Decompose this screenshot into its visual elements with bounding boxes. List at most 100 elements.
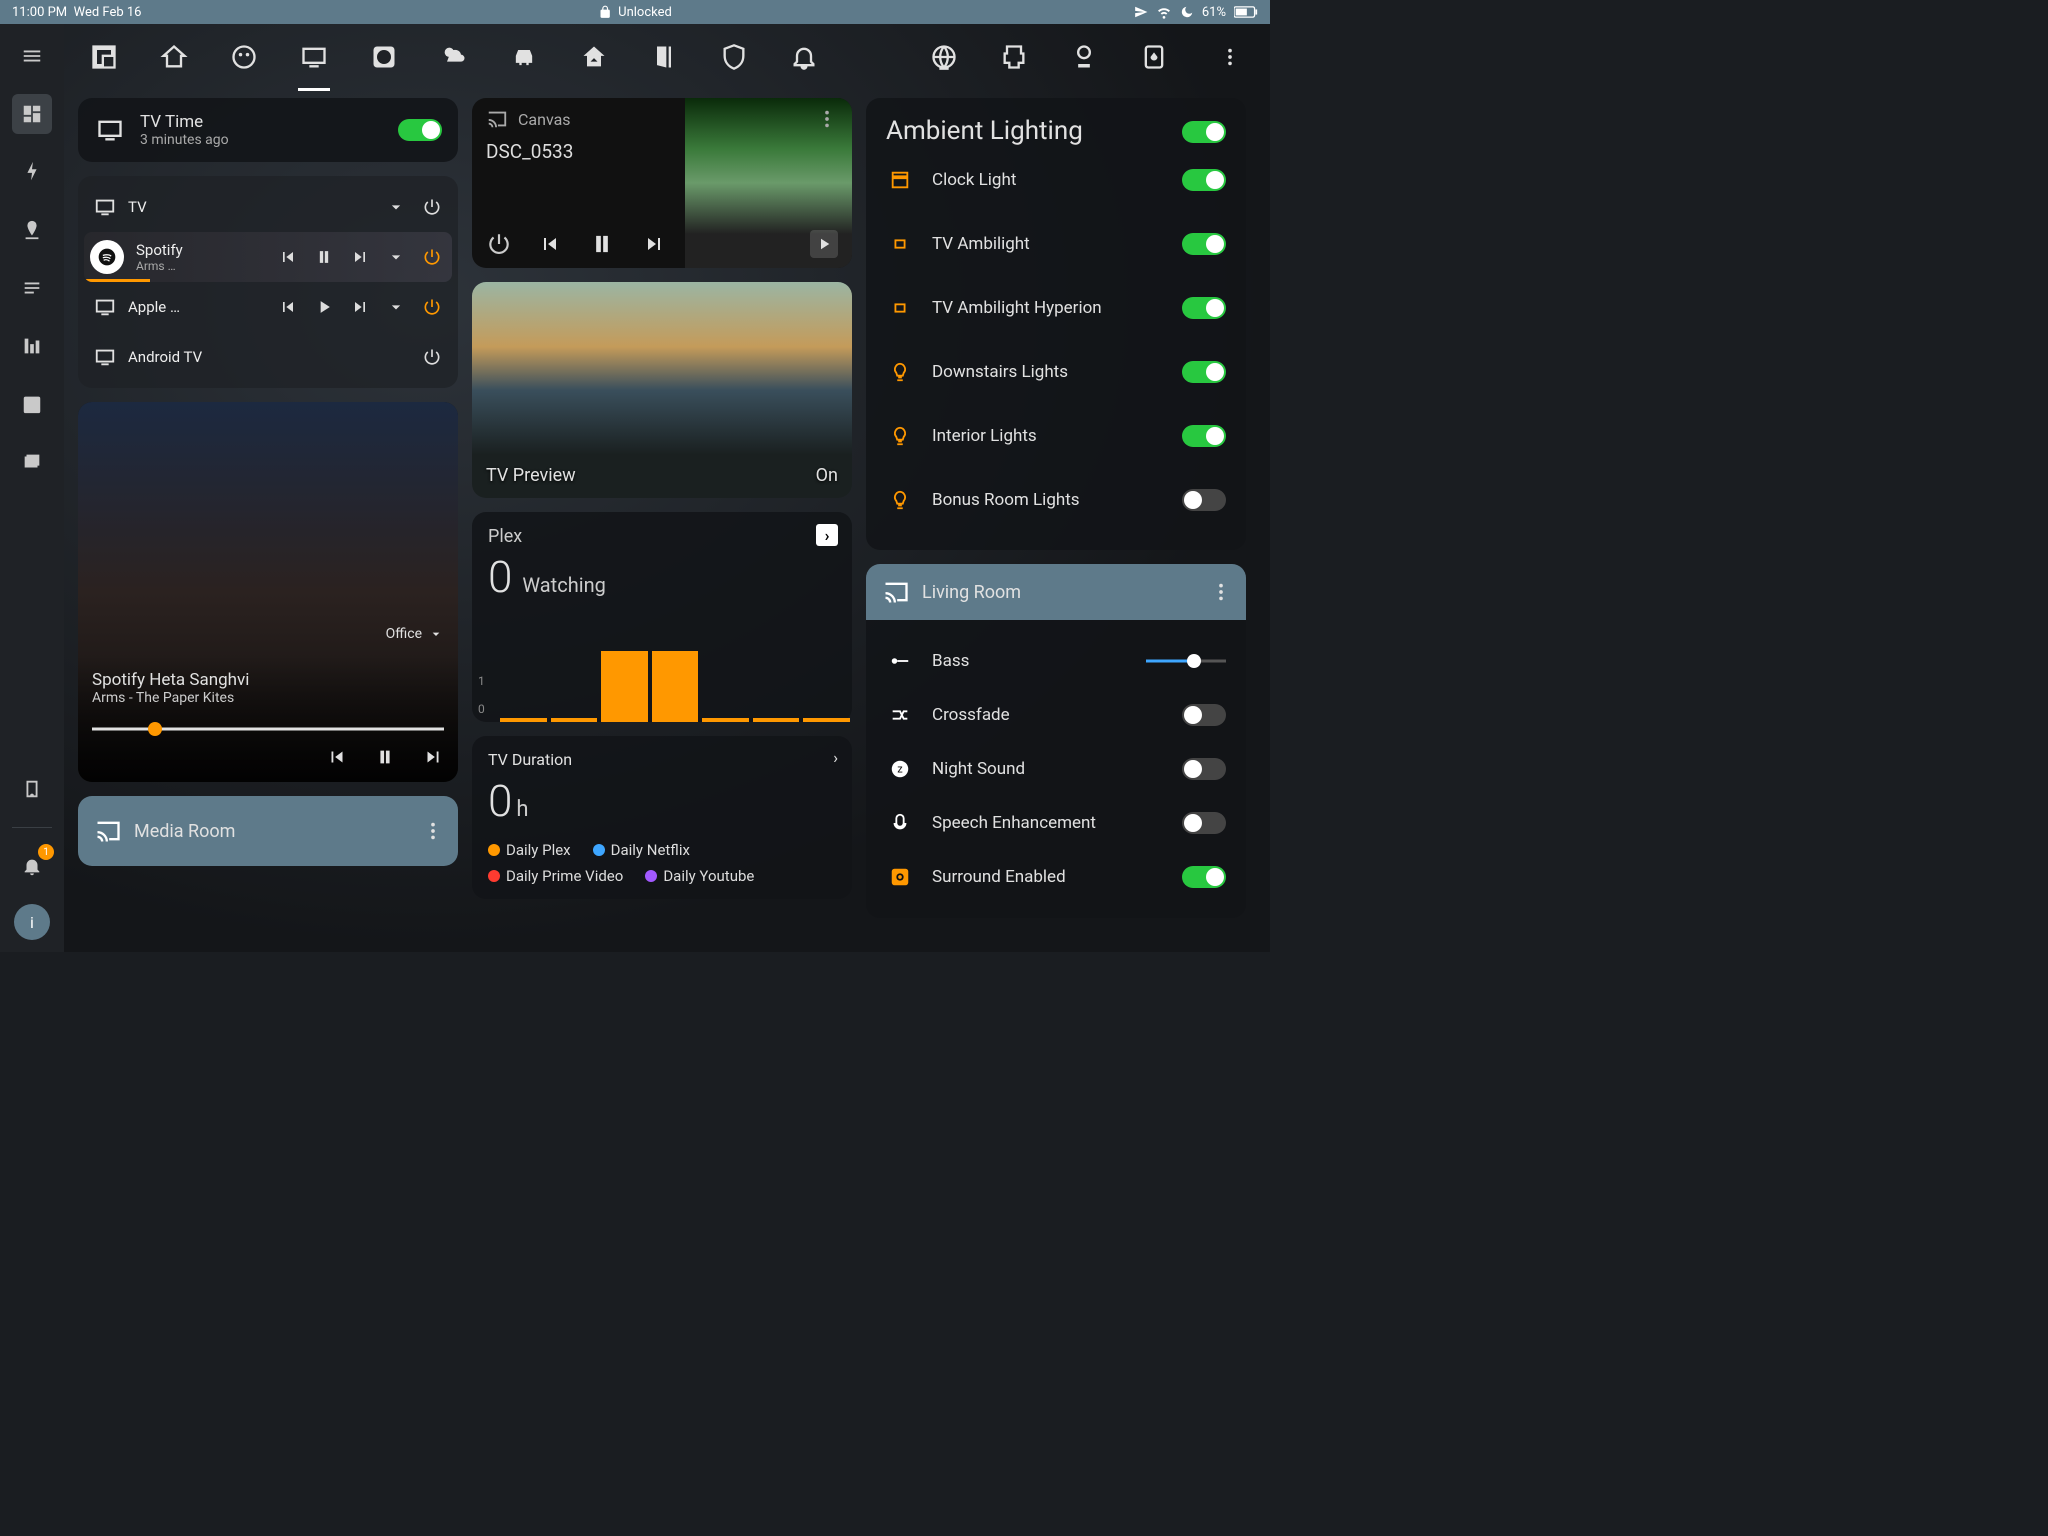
- tab-shelter[interactable]: [578, 41, 610, 73]
- light-row[interactable]: Interior Lights: [886, 404, 1226, 468]
- sidebar-item-calendar[interactable]: [12, 384, 52, 424]
- sidebar-item-logbook[interactable]: [12, 268, 52, 308]
- tab-door[interactable]: [648, 41, 680, 73]
- media-row-android[interactable]: Android TV: [84, 332, 452, 382]
- light-toggle[interactable]: [1182, 361, 1226, 383]
- chevron-down-icon[interactable]: [386, 247, 406, 267]
- more-icon[interactable]: [816, 108, 838, 130]
- media-row-spotify[interactable]: SpotifyArms …: [84, 232, 452, 282]
- living-room-header[interactable]: Living Room: [866, 564, 1246, 620]
- chevron-down-icon[interactable]: [386, 297, 406, 317]
- tab-home[interactable]: [158, 41, 190, 73]
- ambient-master-toggle[interactable]: [1182, 121, 1226, 143]
- power-icon[interactable]: [422, 347, 442, 367]
- setting-icon: [886, 812, 914, 834]
- tab-overflow-button[interactable]: [1214, 41, 1246, 73]
- pause-icon[interactable]: [374, 746, 396, 768]
- sidebar-item-history[interactable]: [12, 326, 52, 366]
- tab-network[interactable]: [928, 41, 960, 73]
- next-icon[interactable]: [642, 232, 666, 256]
- more-icon[interactable]: [422, 820, 444, 842]
- tv-duration-legend: Daily PlexDaily NetflixDaily Prime Video…: [488, 841, 836, 885]
- pause-icon[interactable]: [314, 247, 334, 267]
- status-date: Wed Feb 16: [74, 5, 142, 20]
- now-playing-card[interactable]: Office Spotify Heta Sanghvi Arms - The P…: [78, 402, 458, 782]
- source-select[interactable]: Office: [386, 626, 444, 642]
- setting-row[interactable]: Crossfade: [882, 688, 1230, 742]
- progress-slider[interactable]: [92, 720, 444, 738]
- tab-weather[interactable]: [438, 41, 470, 73]
- tv-preview-card[interactable]: TV Preview On: [472, 282, 852, 498]
- prev-icon[interactable]: [278, 297, 298, 317]
- light-icon: [886, 358, 914, 386]
- tab-camera[interactable]: [1068, 41, 1100, 73]
- tab-spotify[interactable]: [368, 41, 400, 73]
- power-icon[interactable]: [422, 247, 442, 267]
- setting-row[interactable]: Surround Enabled: [882, 850, 1230, 904]
- tv-time-toggle[interactable]: [398, 119, 442, 141]
- setting-toggle[interactable]: [1182, 812, 1226, 834]
- setting-row[interactable]: zNight Sound: [882, 742, 1230, 796]
- sidebar-item-map[interactable]: [12, 210, 52, 250]
- picture-in-picture-icon[interactable]: [810, 230, 838, 258]
- chevron-right-icon[interactable]: ›: [833, 748, 838, 767]
- tab-magic[interactable]: [858, 41, 890, 73]
- prev-icon[interactable]: [538, 232, 562, 256]
- light-toggle[interactable]: [1182, 169, 1226, 191]
- tv-duration-card[interactable]: TV Duration › 0 h Daily PlexDaily Netfli…: [472, 736, 852, 899]
- media-row-apple[interactable]: Apple …: [84, 282, 452, 332]
- tab-notify[interactable]: [788, 41, 820, 73]
- setting-row[interactable]: Speech Enhancement: [882, 796, 1230, 850]
- next-icon[interactable]: [350, 297, 370, 317]
- power-icon[interactable]: [422, 297, 442, 317]
- setting-name: Speech Enhancement: [932, 813, 1164, 833]
- light-toggle[interactable]: [1182, 425, 1226, 447]
- tab-printer[interactable]: [998, 41, 1030, 73]
- media-room-card[interactable]: Media Room: [78, 796, 458, 866]
- tab-car[interactable]: [508, 41, 540, 73]
- tab-shield[interactable]: [718, 41, 750, 73]
- sidebar-item-energy[interactable]: [12, 152, 52, 192]
- chevron-right-icon[interactable]: ›: [816, 524, 838, 546]
- user-avatar[interactable]: i: [14, 904, 50, 940]
- light-name: Clock Light: [932, 170, 1164, 190]
- next-icon[interactable]: [422, 746, 444, 768]
- chevron-down-icon[interactable]: [386, 197, 406, 217]
- canvas-name: DSC_0533: [472, 140, 852, 163]
- play-icon[interactable]: [314, 297, 334, 317]
- light-toggle[interactable]: [1182, 233, 1226, 255]
- pause-icon[interactable]: [588, 230, 616, 258]
- power-icon[interactable]: [422, 197, 442, 217]
- light-row[interactable]: Clock Light: [886, 148, 1226, 212]
- light-row[interactable]: Downstairs Lights: [886, 340, 1226, 404]
- prev-icon[interactable]: [326, 746, 348, 768]
- power-icon[interactable]: [486, 231, 512, 257]
- tv-duration-unit: h: [516, 797, 528, 822]
- more-icon[interactable]: [1210, 581, 1232, 603]
- setting-row[interactable]: Bass: [882, 634, 1230, 688]
- tab-tv[interactable]: [298, 41, 330, 73]
- setting-toggle[interactable]: [1182, 704, 1226, 726]
- now-playing-subtitle: Arms - The Paper Kites: [92, 690, 444, 706]
- light-row[interactable]: Bonus Room Lights: [886, 468, 1226, 532]
- canvas-card[interactable]: Canvas DSC_0533: [472, 98, 852, 268]
- tab-floorplan[interactable]: [88, 41, 120, 73]
- next-icon[interactable]: [350, 247, 370, 267]
- bass-slider[interactable]: [1146, 654, 1226, 668]
- light-row[interactable]: TV Ambilight Hyperion: [886, 276, 1226, 340]
- prev-icon[interactable]: [278, 247, 298, 267]
- tab-water[interactable]: [1138, 41, 1170, 73]
- media-row-tv[interactable]: TV: [84, 182, 452, 232]
- light-toggle[interactable]: [1182, 297, 1226, 319]
- sidebar-item-media[interactable]: [12, 442, 52, 482]
- plex-card[interactable]: Plex › 0 Watching 10: [472, 512, 852, 722]
- light-toggle[interactable]: [1182, 489, 1226, 511]
- setting-toggle[interactable]: [1182, 866, 1226, 888]
- setting-toggle[interactable]: [1182, 758, 1226, 780]
- light-row[interactable]: TV Ambilight: [886, 212, 1226, 276]
- sidebar-item-dashboard[interactable]: [12, 94, 52, 134]
- hamburger-button[interactable]: [12, 36, 52, 76]
- notifications-button[interactable]: 1: [12, 846, 52, 886]
- sidebar-item-devtools[interactable]: [12, 769, 52, 809]
- tab-face[interactable]: [228, 41, 260, 73]
